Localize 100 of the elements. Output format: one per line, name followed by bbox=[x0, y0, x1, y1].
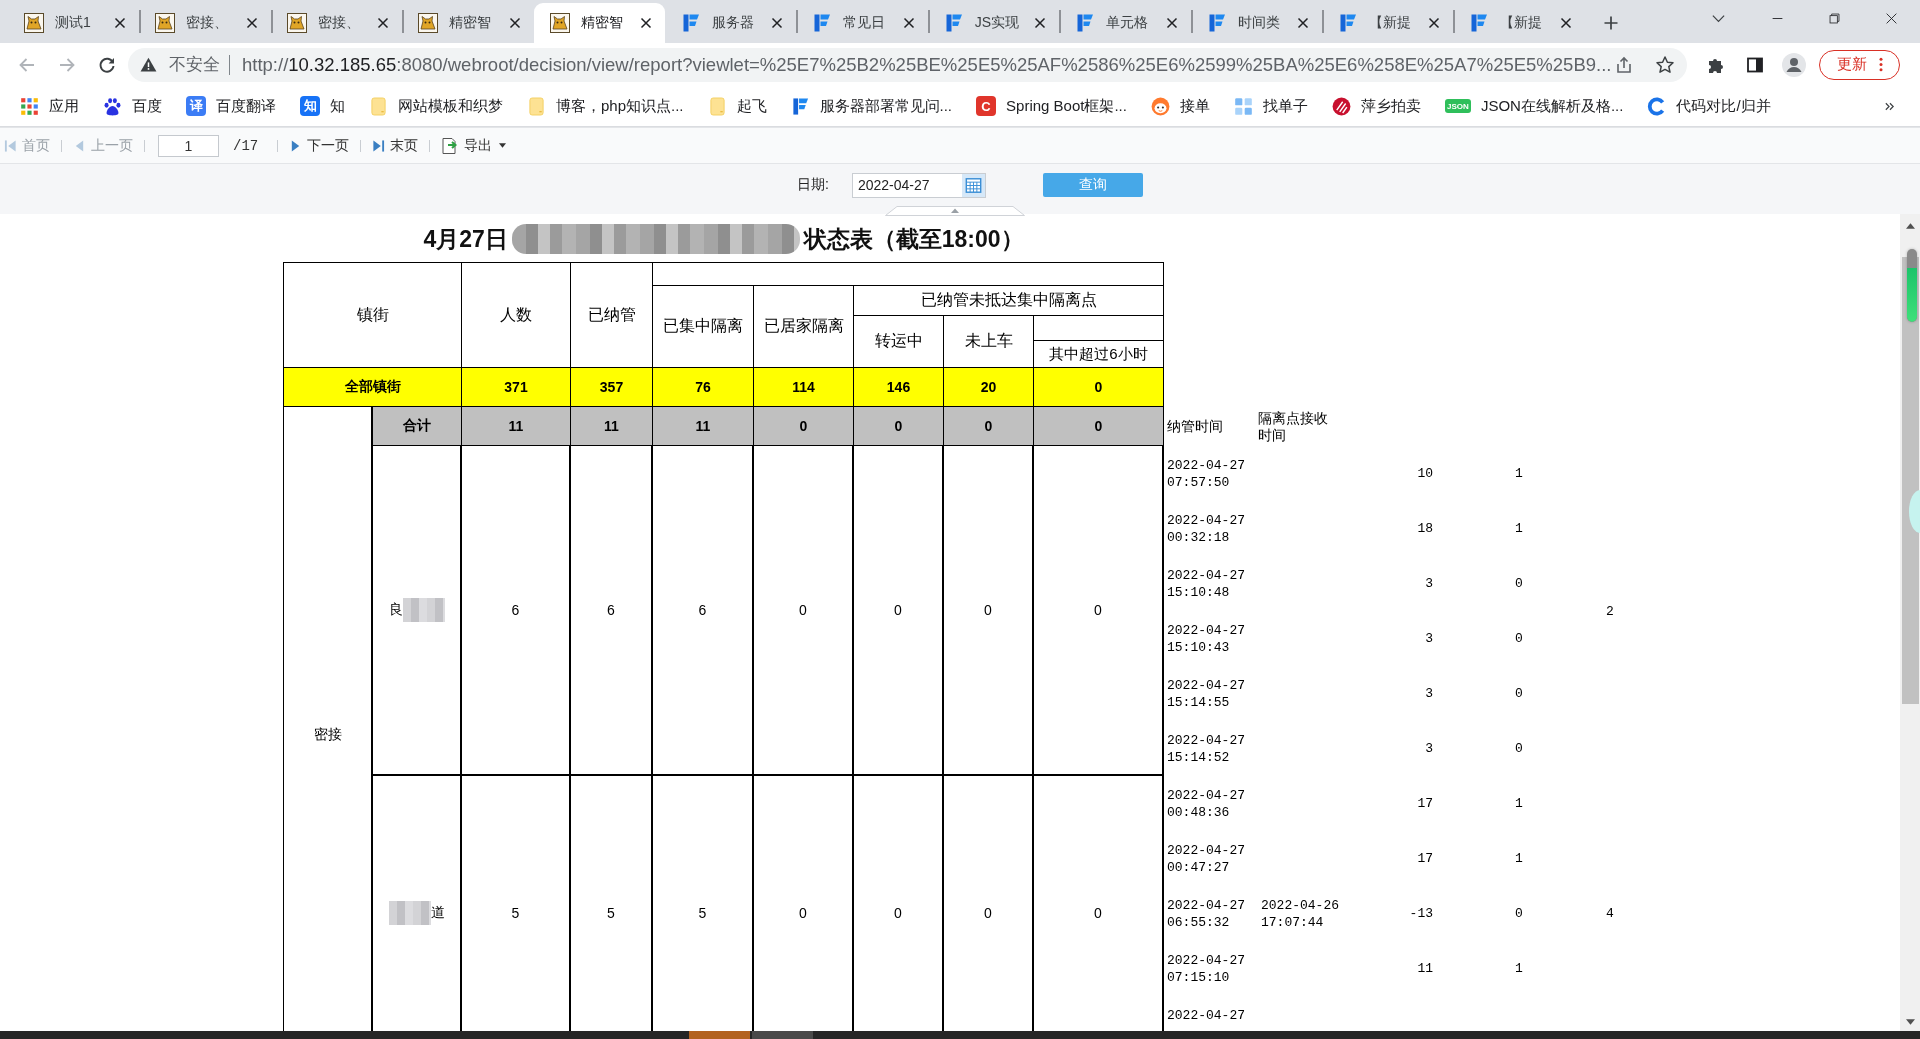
bookmark-link[interactable]: 译 百度翻译 bbox=[186, 96, 276, 116]
close-icon[interactable] bbox=[377, 17, 390, 29]
browser-tab[interactable]: 时间类 bbox=[1190, 3, 1322, 43]
table-cell-text: 2022-04-27 15:10:48 bbox=[1166, 567, 1246, 601]
browser-tab[interactable]: 精密智 bbox=[402, 3, 534, 43]
bookmark-link[interactable]: JSON JSON在线解析及格... bbox=[1444, 96, 1624, 116]
restore-icon[interactable] bbox=[1828, 11, 1841, 25]
table-cell-text: 2022-04-27 00:32:18 bbox=[1166, 512, 1246, 546]
bookmark-link[interactable]: 代码对比/归并 bbox=[1647, 96, 1771, 116]
close-icon[interactable] bbox=[1296, 17, 1309, 29]
close-icon[interactable] bbox=[902, 17, 915, 29]
close-icon[interactable] bbox=[1885, 11, 1898, 25]
cat-icon bbox=[155, 13, 176, 33]
blurred-text-block bbox=[388, 900, 431, 925]
more-vertical-icon[interactable] bbox=[1878, 57, 1883, 72]
table-cell-text: 2022-04-27 15:14:52 bbox=[1166, 732, 1246, 766]
letter-badge: C bbox=[976, 96, 997, 116]
column-header: 隔离点接收时间 bbox=[1258, 409, 1329, 444]
table-cell: 1 bbox=[1515, 851, 1523, 866]
last-page-icon bbox=[372, 138, 386, 153]
page-number-field[interactable]: 1 bbox=[158, 134, 219, 157]
browser-tab[interactable]: 测试1 bbox=[8, 3, 140, 43]
browser-tab[interactable]: 密接、 bbox=[139, 3, 271, 43]
table-cell: 0 bbox=[1515, 741, 1523, 756]
profile-avatar-icon[interactable] bbox=[1782, 52, 1806, 77]
bookmark-link[interactable]: 服务器部署常见问... bbox=[790, 96, 953, 116]
share-icon[interactable] bbox=[1614, 54, 1634, 75]
table-cell-text: 10 bbox=[1417, 466, 1434, 481]
table-cell-text: 11 bbox=[1417, 961, 1434, 976]
scroll-down-icon[interactable] bbox=[1905, 1019, 1915, 1025]
star-icon[interactable] bbox=[1655, 54, 1675, 75]
url-text: http://10.32.185.65:8080/webroot/decision/view/report?viewlet=%25E7%25B2%25BE%25E5%25AF%2586%25E6%2599%25BA%25E6%258E%25A7%25E5%25B9... bbox=[242, 53, 1612, 76]
bookmark-link[interactable]: 网站模板和织梦 bbox=[369, 96, 503, 116]
bookmark-link[interactable]: 博客，php知识点... bbox=[527, 96, 684, 116]
table-cell-text: 17 bbox=[1417, 796, 1434, 811]
table-cell-text: 2022-04-27 bbox=[1166, 1007, 1246, 1024]
table-cell: 1 bbox=[1515, 521, 1523, 536]
bookmark-link[interactable]: 知 知 bbox=[300, 96, 345, 116]
close-icon[interactable] bbox=[1165, 17, 1178, 29]
close-icon[interactable] bbox=[771, 17, 784, 29]
browser-tab[interactable]: 密接、 bbox=[270, 3, 403, 43]
collapse-handle-icon[interactable] bbox=[885, 206, 1025, 216]
table-cell: 371 bbox=[462, 368, 571, 407]
logo-icon bbox=[1469, 13, 1490, 33]
bookmark-link[interactable]: 起飞 bbox=[707, 96, 767, 116]
bookmark-link[interactable]: 应用 bbox=[20, 96, 79, 116]
bookmark-link[interactable]: 接单 bbox=[1150, 96, 1210, 116]
new-tab-icon[interactable] bbox=[1602, 15, 1619, 31]
folder-icon bbox=[527, 96, 546, 116]
table-cell: 0 bbox=[754, 407, 854, 446]
calendar-icon[interactable] bbox=[961, 173, 985, 197]
bookmark-link[interactable]: C Spring Boot框架... bbox=[976, 96, 1127, 116]
table-cell-text: 2022-04-27 15:10:43 bbox=[1166, 622, 1246, 656]
text-tag-icon: JSON bbox=[1444, 99, 1471, 113]
date-field[interactable]: 2022-04-27 bbox=[851, 172, 986, 198]
table-cell: 0 bbox=[1034, 368, 1164, 407]
vertical-scrollbar[interactable] bbox=[1900, 214, 1920, 1031]
browser-tab[interactable]: 精密智 bbox=[533, 3, 665, 43]
security-label[interactable]: 不安全 bbox=[169, 54, 230, 75]
close-icon[interactable] bbox=[508, 17, 521, 29]
close-icon[interactable] bbox=[114, 17, 127, 29]
browser-tab[interactable]: 【新提 bbox=[1453, 3, 1585, 43]
bookmark-link[interactable]: 百度 bbox=[103, 96, 162, 116]
close-icon[interactable] bbox=[1559, 17, 1572, 29]
browser-tab[interactable]: JS实现 bbox=[927, 3, 1060, 43]
report-title: 4月27日 bbox=[423, 224, 508, 254]
street-name: 道 bbox=[430, 903, 445, 922]
table-cell: 6 bbox=[571, 446, 653, 776]
browser-tab[interactable]: 常见日 bbox=[796, 3, 928, 43]
close-icon[interactable] bbox=[1428, 17, 1441, 29]
bookmark-link[interactable]: 找单子 bbox=[1233, 96, 1308, 116]
close-icon[interactable] bbox=[245, 17, 258, 29]
table-cell: 76 bbox=[653, 368, 754, 407]
table-cell: 0 bbox=[854, 407, 944, 446]
close-icon[interactable] bbox=[1034, 17, 1047, 29]
browser-tab[interactable]: 服务器 bbox=[664, 3, 797, 43]
browser-tab[interactable]: 单元格 bbox=[1059, 3, 1191, 43]
table-cell: 0 bbox=[944, 446, 1034, 776]
close-icon[interactable] bbox=[639, 17, 652, 29]
apps-grid-icon bbox=[20, 96, 39, 116]
table-cell-text: 2022-04-27 15:14:55 bbox=[1166, 677, 1246, 711]
pager-button[interactable]: 下一页 bbox=[289, 136, 350, 155]
scroll-up-icon[interactable] bbox=[1905, 223, 1915, 229]
pager-button[interactable]: 末页 bbox=[372, 136, 419, 155]
table-cell: 1 bbox=[1515, 961, 1523, 976]
report-title: 状态表（截至18:00） bbox=[803, 224, 1024, 254]
export-button[interactable]: 导出 bbox=[441, 136, 507, 155]
striped-circle-icon bbox=[1331, 96, 1351, 116]
browser-tab[interactable]: 【新提 bbox=[1321, 3, 1454, 43]
table-cell: 357 bbox=[571, 368, 653, 407]
date-label: 日期: bbox=[797, 176, 829, 194]
address-bar[interactable]: 不安全 http://10.32.185.65:8080/webroot/decision/view/report?viewlet=%25E7%25B2%25BE%25E5%25AF%2586%25E6%2599%25BA%25E6%258E%25A7%25E5%25B9... bbox=[128, 47, 1687, 82]
letter-badge: 知 bbox=[300, 96, 320, 116]
table-cell: 4 bbox=[1606, 906, 1614, 921]
column-header: 已纳管未抵达集中隔离点 bbox=[854, 286, 1164, 316]
bookmark-link[interactable]: 萍乡拍卖 bbox=[1331, 96, 1421, 116]
page-total-text: /17 bbox=[233, 137, 259, 154]
folder-icon bbox=[707, 96, 727, 116]
double-chevron-icon[interactable] bbox=[1884, 100, 1895, 112]
table-cell: 6 bbox=[653, 446, 754, 776]
